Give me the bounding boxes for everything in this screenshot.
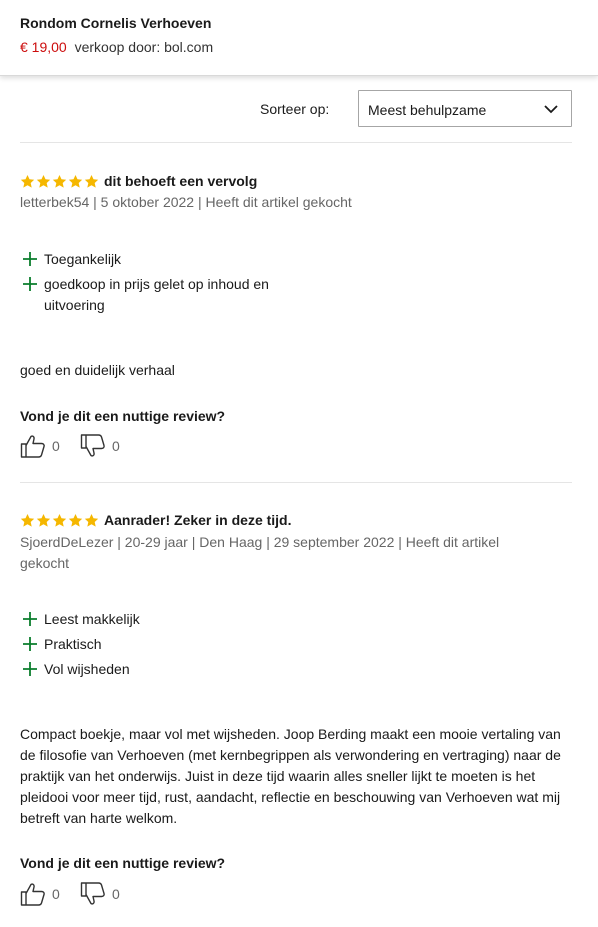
review-title: Aanrader! Zeker in deze tijd. <box>104 512 292 528</box>
review-card: dit behoeft een vervolg letterbek54 | 5 … <box>20 172 580 462</box>
dislikes-count: 0 <box>112 886 120 902</box>
review-header: dit behoeft een vervolg <box>20 172 257 190</box>
thumbs-up-icon <box>20 883 45 906</box>
thumbs-down-button[interactable]: 0 <box>80 433 120 459</box>
star-icon <box>36 174 51 188</box>
sort-label: Sorteer op: <box>260 101 330 117</box>
review-card: Aanrader! Zeker in deze tijd. SjoerdDeLe… <box>20 511 580 911</box>
product-title[interactable]: Rondom Cornelis Verhoeven <box>20 15 211 31</box>
star-icon <box>52 174 67 188</box>
review-header: Aanrader! Zeker in deze tijd. <box>20 511 292 529</box>
thumbs-down-icon <box>80 882 105 905</box>
star-icon <box>20 174 35 188</box>
review-body: goed en duidelijk verhaal <box>20 362 175 378</box>
star-icon <box>68 174 83 188</box>
helpful-question: Vond je dit een nuttige review? <box>20 408 226 424</box>
helpful-question: Vond je dit een nuttige review? <box>20 855 226 871</box>
review-meta: SjoerdDeLezer | 20-29 jaar | Den Haag | … <box>20 534 500 571</box>
pro-item: Toegankelijk <box>20 249 320 270</box>
product-seller: verkoop door: bol.com <box>74 39 214 55</box>
likes-count: 0 <box>52 886 60 902</box>
product-price-row: € 19,00 verkoop door: bol.com <box>20 39 213 55</box>
thumbs-up-icon <box>20 435 45 458</box>
product-price: € 19,00 <box>20 39 67 55</box>
review-meta: letterbek54 | 5 oktober 2022 | Heeft dit… <box>20 194 352 210</box>
star-icon <box>68 513 83 527</box>
star-icon <box>84 174 99 188</box>
divider <box>20 142 572 143</box>
likes-count: 0 <box>52 438 60 454</box>
pros-list: Leest makkelijk Praktisch Vol wijsheden <box>20 609 320 684</box>
thumbs-up-button[interactable]: 0 <box>20 881 60 907</box>
sort-selected-value: Meest behulpzame <box>368 102 487 118</box>
plus-icon <box>23 637 37 651</box>
pro-item: Leest makkelijk <box>20 609 320 630</box>
star-rating <box>20 513 99 528</box>
divider <box>20 482 572 483</box>
review-body: Compact boekje, maar vol met wijsheden. … <box>20 726 561 826</box>
star-rating <box>20 174 99 189</box>
sort-row: Sorteer op: Meest behulpzame <box>0 90 598 127</box>
star-icon <box>36 513 51 527</box>
review-title: dit behoeft een vervolg <box>104 173 258 189</box>
pro-item: Praktisch <box>20 634 320 655</box>
plus-icon <box>23 252 37 266</box>
dislikes-count: 0 <box>112 438 120 454</box>
plus-icon <box>23 277 37 291</box>
product-header: Rondom Cornelis Verhoeven € 19,00 verkoo… <box>0 0 598 76</box>
sort-select[interactable]: Meest behulpzame <box>358 90 572 127</box>
star-icon <box>84 513 99 527</box>
plus-icon <box>23 662 37 676</box>
star-icon <box>52 513 67 527</box>
thumbs-down-icon <box>80 434 105 457</box>
star-icon <box>20 513 35 527</box>
plus-icon <box>23 612 37 626</box>
thumbs-down-button[interactable]: 0 <box>80 881 120 907</box>
pro-item: Vol wijsheden <box>20 659 320 680</box>
pros-list: Toegankelijk goedkoop in prijs gelet op … <box>20 249 320 320</box>
chevron-down-icon <box>544 105 558 114</box>
thumbs-up-button[interactable]: 0 <box>20 433 60 459</box>
pro-item: goedkoop in prijs gelet op inhoud en uit… <box>20 274 320 316</box>
